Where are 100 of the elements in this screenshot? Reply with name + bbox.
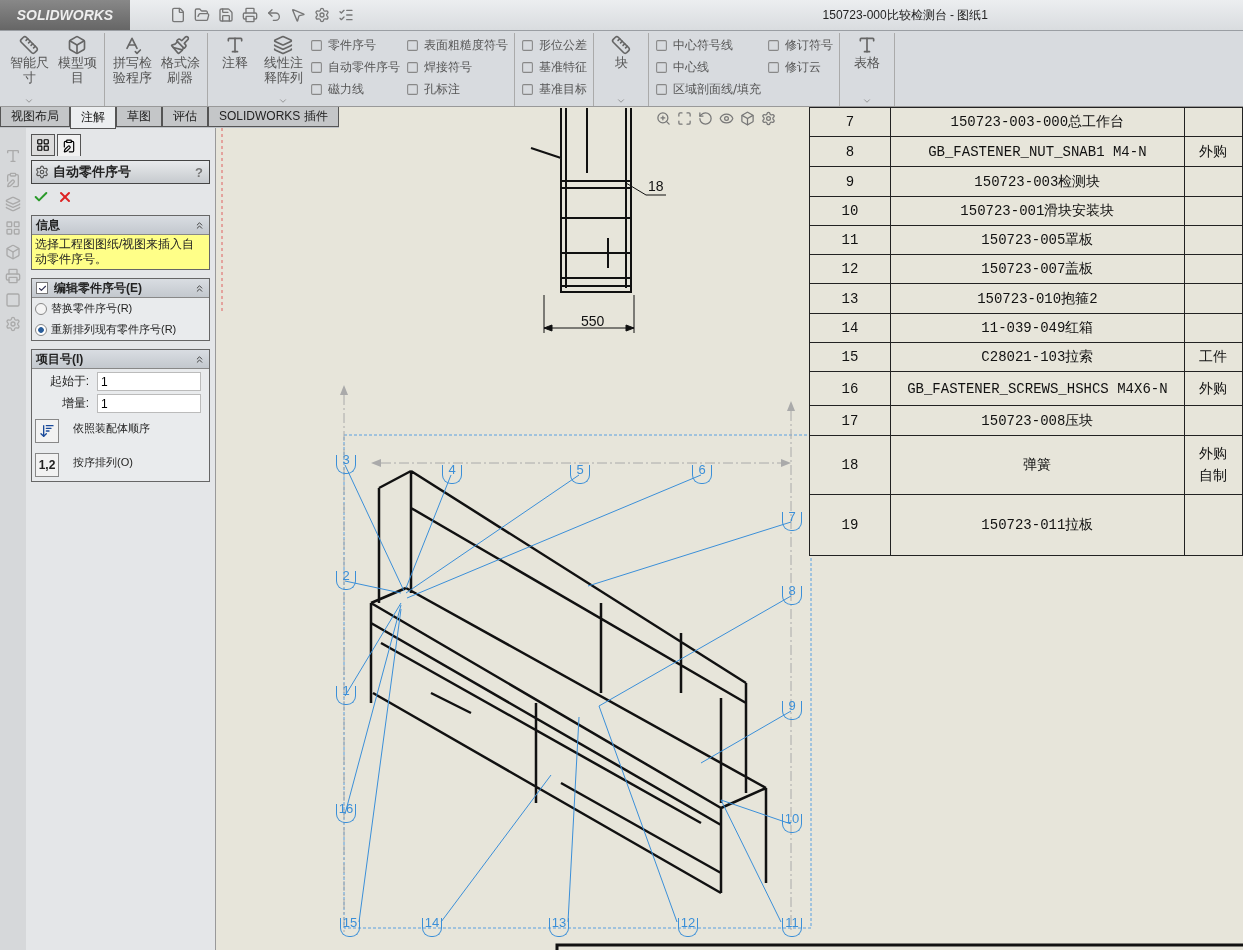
ribbon-tab[interactable]: 注解 [70, 107, 116, 129]
table-cell: 17 [809, 405, 891, 436]
table-cell: 150723-011拉板 [890, 494, 1185, 556]
tool-icon [19, 35, 39, 55]
radio-button[interactable] [35, 302, 47, 315]
options-icon[interactable] [314, 7, 330, 23]
table-cell [1184, 225, 1243, 255]
assembly-order-button[interactable] [35, 419, 59, 443]
cancel-icon[interactable] [57, 189, 73, 205]
ribbon-tab[interactable]: 草图 [116, 107, 162, 127]
ribbon-tab[interactable]: 视图布局 [0, 107, 70, 127]
panel-tab[interactable] [31, 134, 55, 156]
table-cell: 外购 [1184, 371, 1243, 406]
collapse-icon[interactable] [194, 353, 205, 365]
tool-icon [655, 61, 668, 74]
ribbon-button[interactable]: 基准特征 [521, 58, 587, 77]
ribbon-button[interactable]: 块 [600, 35, 642, 70]
tool-icon [406, 83, 419, 96]
table-cell: 150723-008压块 [890, 405, 1185, 436]
tool-icon [521, 39, 534, 52]
ribbon-button[interactable]: 零件序号 [310, 36, 400, 55]
table-cell [1184, 313, 1243, 343]
radio-button[interactable] [35, 323, 47, 336]
tool-icon [406, 61, 419, 74]
tool-icon [521, 61, 534, 74]
table-cell: 150723-003检测块 [890, 166, 1185, 197]
help-button[interactable]: ? [195, 164, 203, 180]
tool-icon [170, 35, 190, 55]
window-title: 150723-000比较检测台 - 图纸1 [822, 6, 988, 24]
table-cell: 18 [809, 435, 891, 495]
tool-icon [767, 61, 781, 74]
sequence-order-button[interactable]: 1,2 [35, 453, 59, 477]
ribbon-button[interactable]: 中心线 [655, 58, 762, 77]
ribbon-button[interactable]: 模型项目 [56, 35, 98, 85]
table-cell: 9 [809, 166, 891, 197]
ribbon-tab[interactable]: SOLIDWORKS 插件 [208, 107, 339, 127]
open-icon[interactable] [194, 7, 210, 23]
ribbon-button[interactable]: 拼写检验程序 [111, 35, 153, 85]
ribbon-button[interactable]: 修订符号 [767, 36, 834, 55]
ribbon-button[interactable]: 表格 [846, 35, 889, 70]
zoom-icon[interactable] [656, 111, 671, 126]
panel-title: 自动零件序号 [53, 163, 131, 181]
ribbon-button[interactable]: 自动零件序号 [310, 58, 400, 77]
table-cell: 150723-010抱箍2 [890, 283, 1185, 314]
section-title: 信息 [36, 216, 60, 234]
ribbon-tab[interactable]: 评估 [162, 107, 208, 127]
section-title: 项目号(I) [36, 350, 84, 368]
ribbon-button[interactable]: 孔标注 [406, 80, 508, 99]
table-cell: 外购自制 [1184, 435, 1243, 495]
ribbon-button[interactable]: 形位公差 [521, 36, 587, 55]
ribbon-button[interactable]: 基准目标 [521, 80, 587, 99]
table-cell: 8 [809, 136, 891, 167]
save-icon[interactable] [218, 7, 234, 23]
tool-icon [767, 39, 781, 52]
ribbon-button[interactable]: 格式涂刷器 [159, 35, 201, 85]
table-cell: 15 [809, 342, 891, 372]
table-cell [1184, 107, 1243, 137]
ribbon-button[interactable]: 修订云 [767, 58, 834, 77]
ribbon-button[interactable]: 中心符号线 [655, 36, 762, 55]
tool-icon [655, 83, 668, 96]
collapse-icon[interactable] [194, 219, 205, 231]
rotate-icon[interactable] [698, 111, 713, 126]
tool-icon [225, 35, 245, 55]
checkbox[interactable] [36, 282, 48, 294]
select-icon[interactable] [290, 7, 306, 23]
tool-icon [273, 35, 293, 55]
ribbon-button[interactable]: 磁力线 [310, 80, 400, 99]
fit-icon[interactable] [677, 111, 692, 126]
table-cell: 19 [809, 494, 891, 556]
info-message: 选择工程图图纸/视图来插入自动零件序号。 [32, 235, 209, 269]
section-title: 编辑零件序号(E) [54, 279, 142, 297]
collapse-icon[interactable] [194, 282, 205, 294]
leader-line [625, 182, 667, 196]
table-cell: 弹簧 [890, 435, 1185, 495]
checklist-icon[interactable] [338, 7, 354, 23]
option-label: 依照装配体顺序 [73, 421, 150, 436]
tool-icon [310, 61, 323, 74]
table-cell: 外购 [1184, 136, 1243, 167]
settings-icon[interactable] [761, 111, 776, 126]
ribbon-button[interactable]: 区域剖面线/填充 [655, 80, 762, 99]
ribbon-button[interactable]: 线性注释阵列 [262, 35, 304, 85]
ribbon-button[interactable]: 注释 [214, 35, 256, 70]
number-field[interactable]: 1 [97, 372, 201, 391]
option-label: 按序排列(O) [73, 455, 133, 470]
cube-icon[interactable] [740, 111, 755, 126]
number-field[interactable]: 1 [97, 394, 201, 413]
tool-icon [521, 83, 534, 96]
view-icon[interactable] [719, 111, 734, 126]
ribbon-button[interactable]: 焊接符号 [406, 58, 508, 77]
ribbon-button[interactable]: 智能尺寸 [8, 35, 50, 85]
table-cell: 150723-007盖板 [890, 254, 1185, 284]
property-icon [62, 138, 76, 153]
print-icon[interactable] [242, 7, 258, 23]
table-cell [1184, 494, 1243, 556]
undo-icon[interactable] [266, 7, 282, 23]
ribbon-button[interactable]: 表面粗糙度符号 [406, 36, 508, 55]
new-icon[interactable] [170, 7, 186, 23]
table-cell [1184, 254, 1243, 284]
panel-tab[interactable] [57, 134, 81, 156]
dimension-text: 550 [581, 313, 605, 329]
